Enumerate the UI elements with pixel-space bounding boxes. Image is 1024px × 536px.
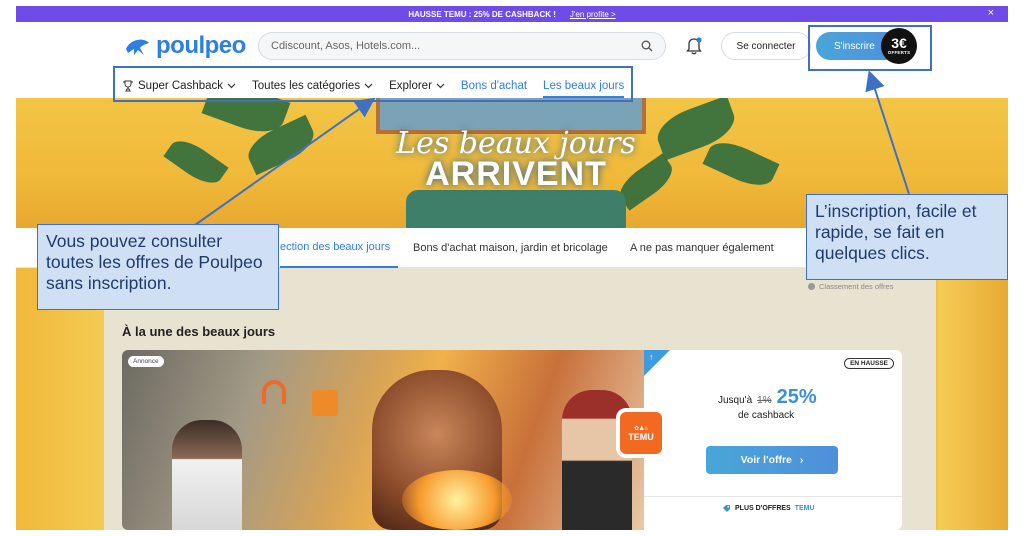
glowing-gift-illustration — [402, 470, 512, 530]
tab-selection-beaux-jours[interactable]: ection des beaux jours — [280, 228, 398, 268]
featured-offer-card[interactable]: Annonce ↑ ✿♟⌂ TEMU EN HAUSSE Jusqu'à 1% … — [122, 350, 902, 530]
more-offers-brand: TEMU — [794, 505, 815, 512]
ad-label: Annonce — [128, 356, 164, 367]
temu-logo-text: TEMU — [628, 431, 654, 442]
rate-prefix: Jusqu'à — [718, 395, 753, 406]
headphones-illustration — [262, 380, 286, 404]
section-title: À la une des beaux jours — [122, 324, 276, 339]
logo-wordmark: poulpeo — [156, 32, 246, 59]
arrow-up-icon: ↑ — [649, 352, 654, 362]
close-icon[interactable]: × — [988, 7, 994, 19]
signup-highlight-box — [808, 25, 932, 71]
person-illustration — [172, 420, 242, 530]
see-offer-label: Voir l'offre — [740, 454, 792, 466]
plant-illustration — [163, 133, 229, 191]
annotation-callout-left: Vous pouvez consulter toutes les offres … — [37, 224, 279, 310]
temu-glyph-icons: ✿♟⌂ — [633, 425, 649, 432]
tag-icon — [723, 505, 730, 512]
person-with-hat-illustration — [562, 390, 632, 530]
bell-icon[interactable] — [685, 36, 703, 56]
annotation-callout-right: L’inscription, facile et rapide, se fait… — [806, 194, 1008, 280]
rate-suffix: de cashback — [738, 410, 795, 421]
cashback-rate: Jusqu'à 1% 25% — [718, 386, 817, 409]
trend-corner — [644, 350, 670, 376]
promo-bar: HAUSSE TEMU : 25% DE CASHBACK ! J'en pro… — [16, 6, 1008, 22]
more-offers-label: PLUS D'OFFRES — [735, 505, 791, 512]
ranking-label: Classement des offres — [819, 282, 894, 291]
offer-banner-image — [122, 350, 644, 530]
search-icon[interactable] — [641, 40, 653, 52]
new-rate: 25% — [776, 386, 817, 408]
search-input[interactable] — [271, 40, 641, 52]
hero-title: Les beaux jours ARRIVENT — [376, 126, 656, 194]
temu-logo: ✿♟⌂ TEMU — [620, 412, 662, 454]
tab-bons-achat-maison[interactable]: Bons d'achat maison, jardin et bricolage — [413, 228, 608, 268]
shopping-bag-illustration — [312, 390, 338, 416]
plant-illustration — [702, 134, 780, 194]
login-button[interactable]: Se connecter — [721, 32, 811, 60]
ranking-info[interactable]: Classement des offres — [808, 282, 893, 291]
trend-badge: EN HAUSSE — [844, 358, 894, 369]
chevron-right-icon: › — [799, 454, 804, 466]
sofa-illustration — [406, 190, 626, 228]
old-rate: 1% — [757, 395, 772, 406]
nav-highlight-box — [113, 66, 633, 102]
card-divider — [644, 496, 902, 497]
info-icon — [808, 283, 815, 290]
octopus-logo-icon — [126, 39, 149, 55]
more-offers-link[interactable]: PLUS D'OFFRES TEMU — [722, 504, 815, 513]
promo-text: HAUSSE TEMU : 25% DE CASHBACK ! — [408, 9, 556, 19]
tab-ne-pas-manquer[interactable]: A ne pas manquer également — [630, 228, 774, 268]
promo-link[interactable]: J'en profite > — [570, 10, 616, 19]
see-offer-button[interactable]: Voir l'offre › — [706, 446, 838, 474]
search-bar[interactable] — [258, 32, 666, 60]
site-logo[interactable]: poulpeo — [122, 32, 246, 60]
decorative-background — [938, 268, 1008, 530]
